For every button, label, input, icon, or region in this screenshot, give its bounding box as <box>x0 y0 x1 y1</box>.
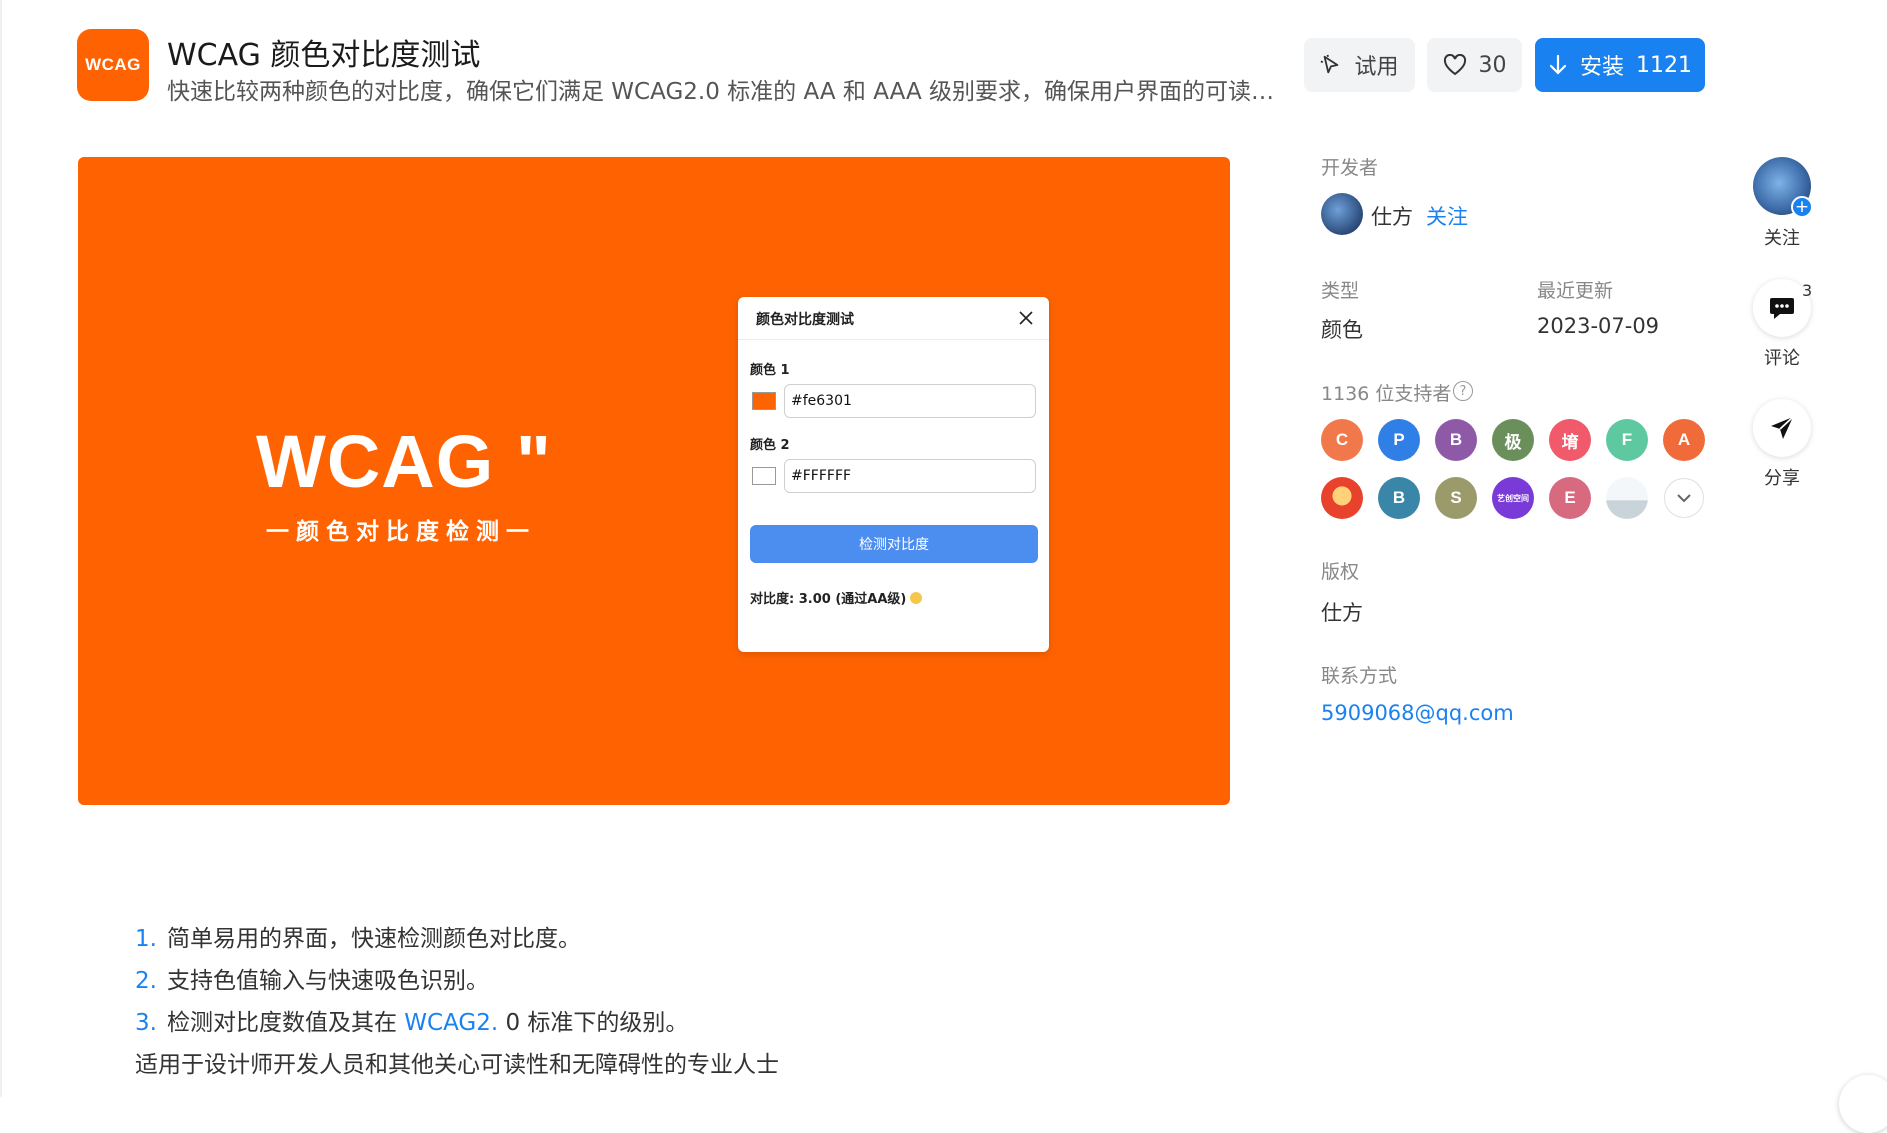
copyright-label: 版权 <box>1321 561 1360 583</box>
comment-count-badge: 3 <box>1802 281 1813 300</box>
floating-action-button[interactable] <box>1839 1075 1887 1133</box>
install-count: 1121 <box>1636 52 1692 78</box>
plus-icon[interactable]: + <box>1791 196 1813 218</box>
supporter-avatar[interactable]: F <box>1606 419 1648 461</box>
install-label: 安装 <box>1579 55 1624 80</box>
contact-label: 联系方式 <box>1321 665 1398 687</box>
app-logo: WCAG <box>77 29 149 101</box>
color2-input[interactable]: #FFFFFF <box>784 459 1036 493</box>
share-button[interactable] <box>1753 399 1811 457</box>
developer-label: 开发者 <box>1321 157 1379 179</box>
chevron-down-icon <box>1677 494 1691 503</box>
feature-text-tail: 0 标准下的级别。 <box>498 1010 689 1036</box>
close-icon[interactable] <box>1017 309 1035 327</box>
updated-label: 最近更新 <box>1537 280 1614 302</box>
type-value[interactable]: 颜色 <box>1321 314 1363 344</box>
install-button[interactable]: 安装 1121 <box>1535 38 1705 92</box>
try-label: 试用 <box>1354 55 1399 80</box>
hero-screenshot: WCAG " 一颜色对比度检测一 颜色对比度测试 颜色 1 #fe6301 颜色… <box>78 157 1230 805</box>
supporter-avatar[interactable] <box>1606 477 1648 519</box>
heart-icon <box>1443 54 1466 76</box>
color1-input[interactable]: #fe6301 <box>784 384 1036 418</box>
supporter-avatar[interactable]: 极 <box>1492 419 1534 461</box>
comment-bubble-icon <box>1770 298 1794 319</box>
supporter-avatar[interactable]: A <box>1663 419 1705 461</box>
supporters-label: 1136 位支持者 <box>1321 383 1452 405</box>
copyright-value: 仕方 <box>1321 601 1363 625</box>
rail-comment-label: 评论 <box>1764 348 1800 369</box>
like-count: 30 <box>1478 52 1507 78</box>
color1-swatch[interactable] <box>752 392 776 410</box>
hero-wcag-text: WCAG " <box>256 420 552 503</box>
contrast-result-text: 对比度: 3.00 (通过AA级) <box>750 592 907 607</box>
dialog-header: 颜色对比度测试 <box>738 297 1049 340</box>
feature-text: 简单易用的界面，快速检测颜色对比度。 <box>166 926 581 952</box>
smile-emoji-icon <box>910 592 923 604</box>
supporter-avatar[interactable]: 堉 <box>1549 419 1591 461</box>
pointer-click-icon <box>1320 54 1339 74</box>
like-button[interactable]: 30 <box>1427 38 1522 92</box>
supporter-avatar[interactable]: B <box>1378 477 1420 519</box>
contrast-result: 对比度: 3.00 (通过AA级) <box>750 588 923 607</box>
feature-item-3: 3. 检测对比度数值及其在 WCAG2. 0 标准下的级别。 <box>135 1003 688 1037</box>
color1-label: 颜色 1 <box>750 363 790 378</box>
send-share-icon <box>1771 416 1794 439</box>
feature-number: 3. <box>135 1010 157 1036</box>
rail-share-label: 分享 <box>1764 468 1800 489</box>
app-logo-text: WCAG <box>85 55 141 74</box>
updated-value: 2023-07-09 <box>1537 314 1660 338</box>
supporter-avatar[interactable]: 艺创空间 <box>1492 477 1534 519</box>
rail-follow-label: 关注 <box>1764 228 1800 249</box>
feature-item-1: 1. 简单易用的界面，快速检测颜色对比度。 <box>135 919 581 953</box>
type-label: 类型 <box>1321 280 1360 302</box>
follow-developer-link[interactable]: 关注 <box>1426 201 1468 231</box>
audience-text: 适用于设计师开发人员和其他关心可读性和无障碍性的专业人士 <box>135 1052 779 1078</box>
feature-number: 1. <box>135 926 157 952</box>
expand-supporters-button[interactable] <box>1664 478 1704 518</box>
page-left-border <box>0 0 2 1097</box>
dialog-title: 颜色对比度测试 <box>756 312 854 328</box>
feature-number: 2. <box>135 968 157 994</box>
app-title: WCAG 颜色对比度测试 <box>167 38 481 73</box>
color2-label: 颜色 2 <box>750 438 790 453</box>
wcag-link[interactable]: WCAG2. <box>404 1010 498 1036</box>
hero-subtitle: 一颜色对比度检测一 <box>266 519 536 545</box>
supporter-avatar[interactable]: B <box>1435 419 1477 461</box>
contact-email-link[interactable]: 5909068@qq.com <box>1321 701 1514 725</box>
feature-text: 检测对比度数值及其在 <box>166 1010 405 1036</box>
app-description: 快速比较两种颜色的对比度，确保它们满足 WCAG2.0 标准的 AA 和 AAA… <box>167 79 1282 105</box>
try-button[interactable]: 试用 <box>1304 38 1415 92</box>
supporter-avatar[interactable] <box>1321 477 1363 519</box>
supporter-avatar[interactable]: P <box>1378 419 1420 461</box>
developer-avatar[interactable] <box>1321 193 1363 235</box>
color2-swatch[interactable] <box>752 467 776 485</box>
supporter-avatar[interactable]: C <box>1321 419 1363 461</box>
supporter-avatar[interactable]: E <box>1549 477 1591 519</box>
supporter-avatar[interactable]: S <box>1435 477 1477 519</box>
contrast-dialog: 颜色对比度测试 颜色 1 #fe6301 颜色 2 #FFFFFF 检测对比度 … <box>738 297 1049 652</box>
feature-text: 支持色值输入与快速吸色识别。 <box>166 968 489 994</box>
download-arrow-icon <box>1549 54 1567 75</box>
feature-item-2: 2. 支持色值输入与快速吸色识别。 <box>135 961 489 995</box>
help-icon[interactable]: ? <box>1453 381 1473 401</box>
check-contrast-button[interactable]: 检测对比度 <box>750 525 1038 563</box>
developer-name[interactable]: 仕方 <box>1371 201 1413 231</box>
